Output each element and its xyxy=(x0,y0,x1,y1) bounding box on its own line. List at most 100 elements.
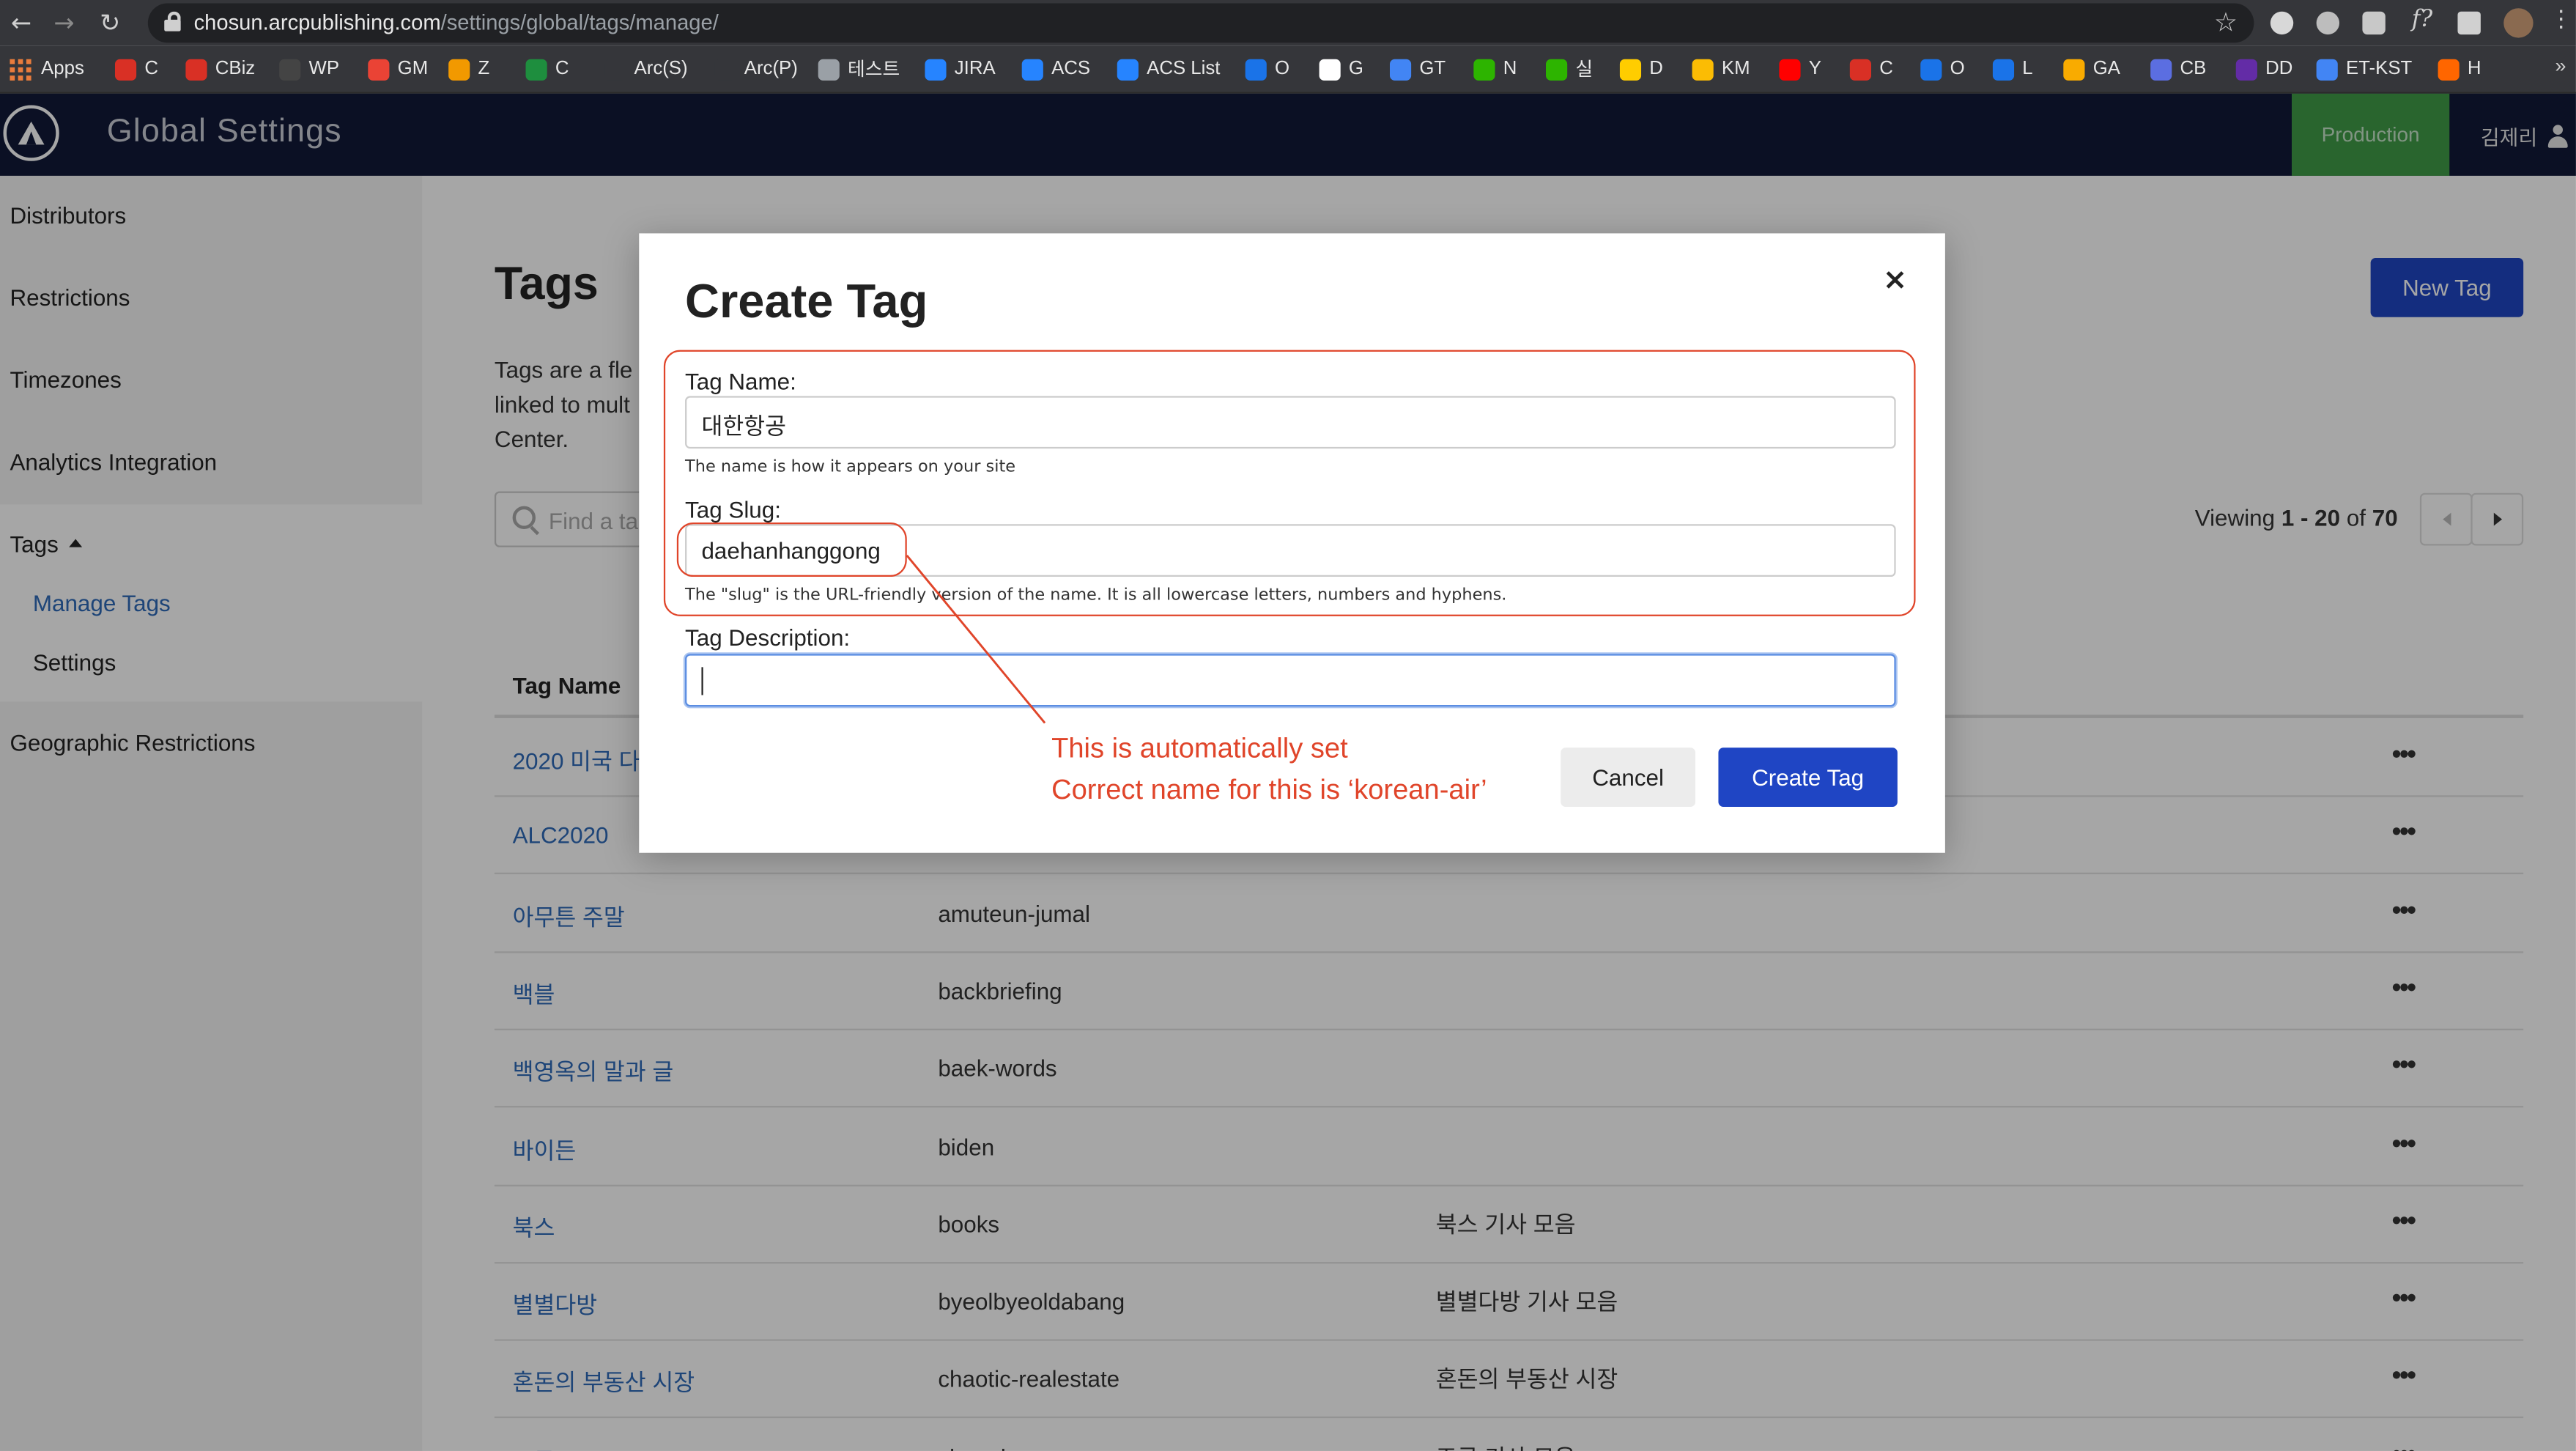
bookmark-label: GT xyxy=(1419,59,1446,79)
extension-formula-icon[interactable]: f? xyxy=(2412,7,2432,33)
bookmark-label: Z xyxy=(478,59,490,79)
bookmark-item[interactable]: WP xyxy=(279,56,339,82)
bookmark-item[interactable]: GM xyxy=(368,56,428,82)
bookmark-favicon-icon xyxy=(1779,58,1801,80)
bookmark-label: Arc(P) xyxy=(744,59,798,79)
close-icon[interactable]: × xyxy=(1883,263,1908,298)
bookmark-favicon-icon xyxy=(2235,58,2257,80)
bookmark-item[interactable]: ACS List xyxy=(1117,56,1221,82)
bookmark-item[interactable]: Y xyxy=(1779,56,1821,82)
bookmark-favicon-icon xyxy=(604,58,626,80)
reload-icon[interactable]: ↻ xyxy=(95,8,125,37)
bookmark-item[interactable]: ACS xyxy=(1021,56,1091,82)
bookmark-favicon-icon xyxy=(525,58,547,80)
annotation-note: This is automatically set Correct name f… xyxy=(1051,728,1487,810)
bookmark-item[interactable]: DD xyxy=(2235,56,2293,82)
bookmark-favicon-icon xyxy=(1319,58,1341,80)
bookmark-item[interactable]: Z xyxy=(448,56,489,82)
bookmark-label: ACS xyxy=(1051,59,1091,79)
bookmark-star-icon[interactable]: ☆ xyxy=(2214,7,2238,38)
bookmark-favicon-icon xyxy=(448,58,470,80)
cancel-button[interactable]: Cancel xyxy=(1561,747,1696,807)
forward-arrow-icon[interactable]: → xyxy=(49,8,78,37)
bookmark-label: ET-KST xyxy=(2346,59,2413,79)
bookmark-favicon-icon xyxy=(368,58,390,80)
extensions-puzzle-icon[interactable] xyxy=(2457,11,2481,35)
bookmark-favicon-icon xyxy=(185,58,207,80)
bookmark-favicon-icon xyxy=(1473,58,1495,80)
bookmark-label: O xyxy=(1275,59,1290,79)
extension-circle-icon[interactable] xyxy=(2316,11,2340,35)
bookmarks-more-icon[interactable]: » xyxy=(2555,54,2566,77)
bookmark-favicon-icon xyxy=(1619,58,1642,80)
bookmark-label: C xyxy=(555,59,569,79)
bookmark-favicon-icon xyxy=(2316,58,2338,80)
bookmark-item[interactable]: O xyxy=(1245,56,1290,82)
create-tag-button[interactable]: Create Tag xyxy=(1718,747,1898,807)
modal-title: Create Tag xyxy=(685,276,928,329)
url-text: chosun.arcpublishing.com/settings/global… xyxy=(193,10,719,35)
screen: ← → ↻ chosun.arcpublishing.com/settings/… xyxy=(0,0,2576,1451)
bookmark-item[interactable]: GT xyxy=(1389,56,1446,82)
bookmark-label: N xyxy=(1503,59,1517,79)
bookmarks-bar: » Apps C CBiz WP GM Z C Arc(S) Arc(P) 테스트 JIRA ACS A… xyxy=(0,45,2576,94)
bookmark-item[interactable]: N xyxy=(1473,56,1517,82)
bookmark-item[interactable]: Arc(S) xyxy=(604,56,688,82)
bookmark-favicon-icon xyxy=(1117,58,1139,80)
bookmark-item[interactable]: D xyxy=(1619,56,1663,82)
extension-pocket-icon[interactable] xyxy=(2362,11,2386,35)
bookmark-label: H xyxy=(2467,59,2481,79)
bookmark-favicon-icon xyxy=(714,58,736,80)
bookmark-item[interactable]: GA xyxy=(2063,56,2120,82)
bookmark-label: C xyxy=(1879,59,1893,79)
browser-menu-icon[interactable]: ⋮ xyxy=(2550,7,2572,33)
bookmark-item[interactable]: Arc(P) xyxy=(714,56,798,82)
bookmark-favicon-icon xyxy=(2438,58,2460,80)
bookmark-label: GA xyxy=(2092,59,2120,79)
bookmark-label: ACS List xyxy=(1147,59,1221,79)
bookmark-favicon-icon xyxy=(1389,58,1412,80)
bookmark-item[interactable]: KM xyxy=(1692,56,1750,82)
bookmark-favicon-icon xyxy=(1920,58,1942,80)
text-cursor xyxy=(701,667,703,695)
bookmark-item[interactable]: C xyxy=(114,56,158,82)
bookmark-item[interactable]: ET-KST xyxy=(2316,56,2413,82)
bookmark-item[interactable]: C xyxy=(1849,56,1893,82)
back-arrow-icon[interactable]: ← xyxy=(7,8,36,37)
bookmark-item[interactable]: O xyxy=(1920,56,1965,82)
bookmark-favicon-icon xyxy=(1849,58,1871,80)
bookmark-label: 실 xyxy=(1575,60,1594,81)
bookmark-label: JIRA xyxy=(954,59,996,79)
extension-compass-icon[interactable] xyxy=(2270,11,2294,35)
bookmark-label: DD xyxy=(2265,59,2293,79)
annotation-slug-highlight xyxy=(676,523,907,577)
bookmark-label: CBiz xyxy=(215,59,256,79)
lock-icon xyxy=(164,11,181,32)
bookmark-item[interactable]: G xyxy=(1319,56,1363,82)
bookmark-favicon-icon xyxy=(2063,58,2085,80)
bookmark-label: Arc(S) xyxy=(634,59,688,79)
bookmark-favicon-icon xyxy=(1245,58,1267,80)
bookmark-item[interactable]: Apps xyxy=(10,56,84,82)
bookmark-favicon-icon xyxy=(925,58,947,80)
bookmark-item[interactable]: 실 xyxy=(1546,56,1593,82)
bookmark-label: L xyxy=(2022,59,2033,79)
bookmark-item[interactable]: CBiz xyxy=(185,56,255,82)
bookmark-item[interactable]: H xyxy=(2438,56,2481,82)
profile-avatar[interactable] xyxy=(2503,8,2534,38)
bookmark-item[interactable]: C xyxy=(525,56,569,82)
bookmark-favicon-icon xyxy=(818,58,840,80)
annotation-line-2: Correct name for this is ‘korean-air’ xyxy=(1051,774,1487,805)
bookmark-favicon-icon xyxy=(1546,58,1568,80)
tag-description-input[interactable] xyxy=(685,654,1896,707)
bookmark-item[interactable]: JIRA xyxy=(925,56,996,82)
address-bar[interactable]: chosun.arcpublishing.com/settings/global… xyxy=(147,3,2254,43)
bookmark-item[interactable]: 테스트 xyxy=(818,56,900,82)
bookmark-label: CB xyxy=(2180,59,2207,79)
bookmark-item[interactable]: L xyxy=(1992,56,2033,82)
bookmark-item[interactable]: CB xyxy=(2150,56,2206,82)
bookmark-label: C xyxy=(144,59,158,79)
bookmark-favicon-icon xyxy=(1021,58,1043,80)
tag-description-label: Tag Description: xyxy=(685,624,851,651)
bookmark-label: O xyxy=(1950,59,1965,79)
